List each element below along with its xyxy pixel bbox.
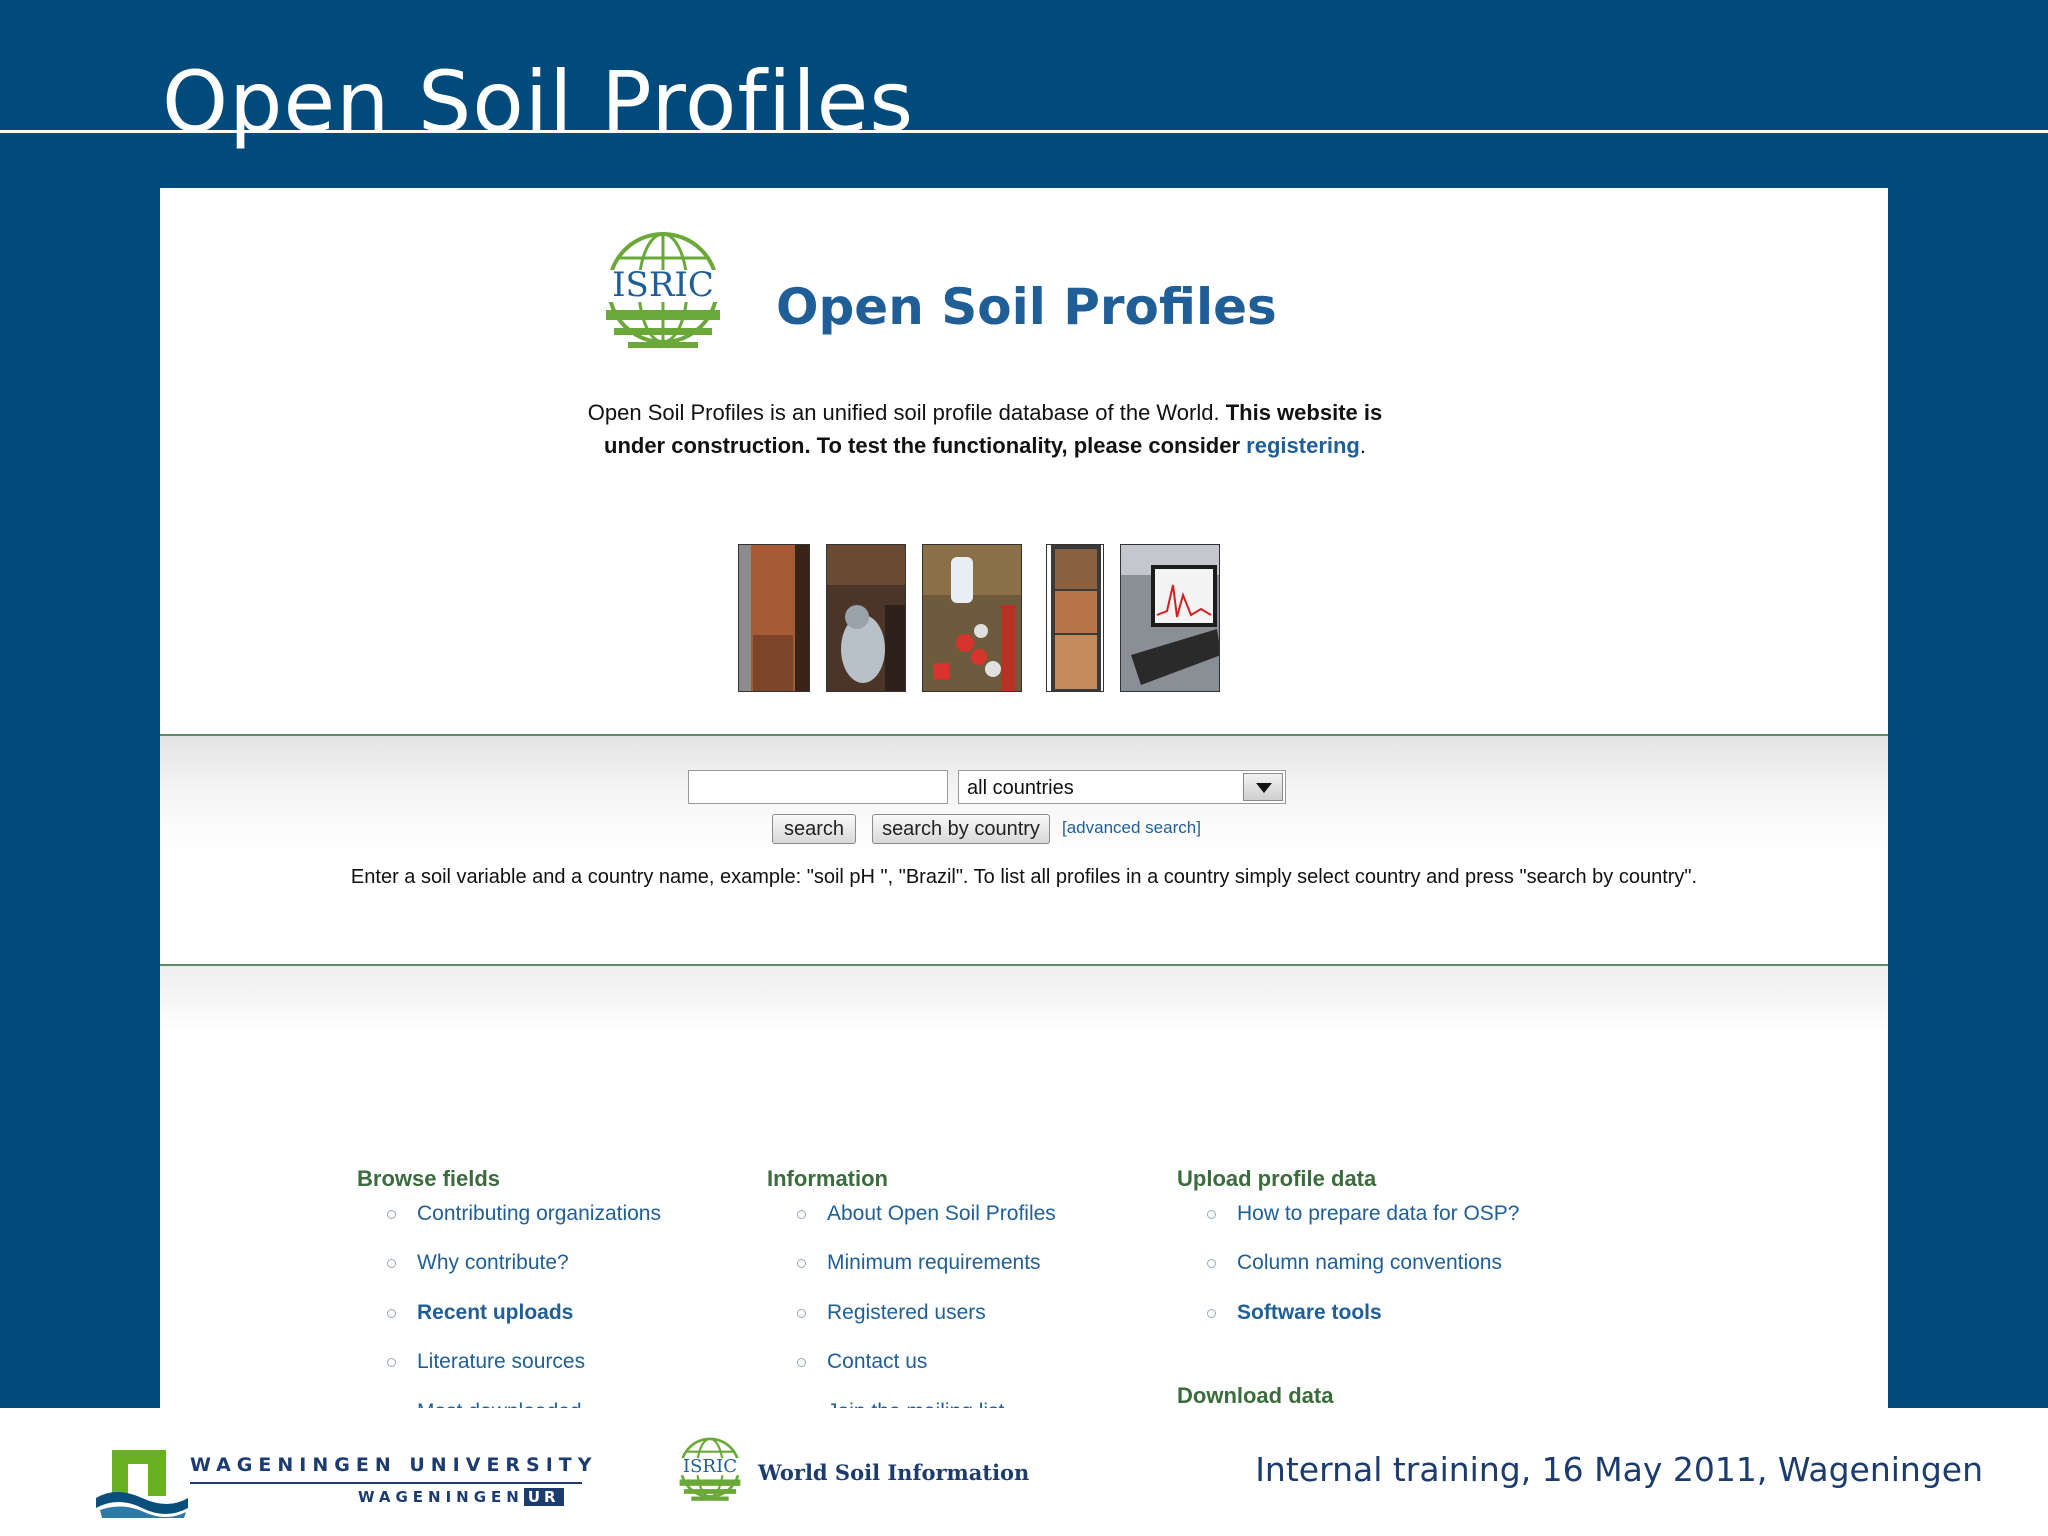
upload-link-2[interactable]: Software tools	[1237, 1301, 1382, 1325]
soil-column-photo	[1046, 544, 1104, 692]
browse-fields-heading: Browse fields	[357, 1166, 501, 1191]
list-bullet-icon	[387, 1259, 396, 1269]
website-screenshot: ISRIC Open Soil Profiles Open Soil Profi…	[160, 188, 1888, 1408]
browse-link-0[interactable]: Contributing organizations	[417, 1202, 661, 1226]
site-navigation: Browse fields Information Upload profile…	[160, 966, 1888, 1408]
list-bullet-icon	[797, 1259, 806, 1269]
soil-pit-photo	[738, 544, 810, 692]
isric-small-logo: ISRIC	[677, 1437, 743, 1501]
isric-logo-text: ISRIC	[612, 265, 714, 305]
ur-badge: UR	[523, 1488, 564, 1506]
search-help-text: Enter a soil variable and a country name…	[350, 866, 1698, 888]
intro-text: Open Soil Profiles is an unified soil pr…	[560, 396, 1410, 462]
search-button[interactable]: search	[772, 814, 856, 844]
advanced-search-link[interactable]: [advanced search]	[1062, 818, 1201, 838]
laptop-photo	[1120, 544, 1220, 692]
slide-footer: WAGENINGEN UNIVERSITY WAGENINGEN UR ISRIC…	[0, 1408, 2048, 1536]
list-bullet-icon	[797, 1358, 806, 1368]
chevron-down-icon[interactable]	[1243, 773, 1283, 801]
upload-profile-heading: Upload profile data	[1177, 1166, 1377, 1191]
list-bullet-icon	[387, 1210, 396, 1219]
browse-link-4[interactable]: Most downloaded	[417, 1400, 582, 1408]
title-divider	[0, 130, 2048, 133]
register-link[interactable]: registering	[1246, 433, 1360, 458]
world-soil-information-text: World Soil Information	[758, 1460, 1030, 1485]
isric-globe-logo: ISRIC	[602, 232, 724, 348]
slide-title: Open Soil Profiles	[162, 53, 915, 151]
list-bullet-icon	[797, 1210, 806, 1219]
info-link-1[interactable]: Minimum requirements	[827, 1251, 1041, 1275]
download-data-heading: Download data	[1177, 1383, 1334, 1408]
wageningen-ur-text: WAGENINGEN UR	[358, 1488, 564, 1506]
wageningen-university-name: WAGENINGEN UNIVERSITY	[190, 1454, 598, 1476]
wageningen-university-logo	[96, 1450, 188, 1518]
country-select[interactable]: all countries	[958, 770, 1286, 804]
wageningen-text: WAGENINGEN	[358, 1488, 524, 1506]
upload-link-1[interactable]: Column naming conventions	[1237, 1251, 1502, 1275]
browse-link-2[interactable]: Recent uploads	[417, 1301, 573, 1325]
search-input[interactable]	[688, 770, 948, 804]
intro-plain: Open Soil Profiles is an unified soil pr…	[587, 400, 1226, 425]
info-link-3[interactable]: Contact us	[827, 1350, 927, 1374]
search-by-country-button[interactable]: search by country	[872, 814, 1050, 844]
intro-end: .	[1359, 433, 1366, 458]
site-header: ISRIC Open Soil Profiles Open Soil Profi…	[160, 188, 1888, 734]
list-bullet-icon	[1207, 1210, 1216, 1219]
list-bullet-icon	[387, 1308, 396, 1318]
site-title: Open Soil Profiles	[776, 278, 1277, 336]
field-worker-photo	[826, 544, 906, 692]
list-bullet-icon	[1207, 1308, 1216, 1318]
browse-link-1[interactable]: Why contribute?	[417, 1251, 569, 1275]
list-bullet-icon	[797, 1308, 806, 1318]
isric-small-logo-text: ISRIC	[683, 1456, 737, 1477]
footer-event-info: Internal training, 16 May 2011, Wagening…	[1255, 1450, 1983, 1489]
info-link-4[interactable]: Join the mailing list	[827, 1400, 1004, 1408]
country-select-value: all countries	[967, 777, 1074, 799]
list-bullet-icon	[1207, 1259, 1216, 1269]
lab-samples-photo	[922, 544, 1022, 692]
search-panel: all countries search search by country […	[160, 734, 1888, 966]
list-bullet-icon	[387, 1358, 396, 1368]
wur-divider	[190, 1482, 582, 1484]
info-link-2[interactable]: Registered users	[827, 1301, 986, 1325]
information-heading: Information	[767, 1166, 888, 1191]
info-link-0[interactable]: About Open Soil Profiles	[827, 1202, 1056, 1226]
browse-link-3[interactable]: Literature sources	[417, 1350, 585, 1374]
upload-link-0[interactable]: How to prepare data for OSP?	[1237, 1202, 1520, 1226]
